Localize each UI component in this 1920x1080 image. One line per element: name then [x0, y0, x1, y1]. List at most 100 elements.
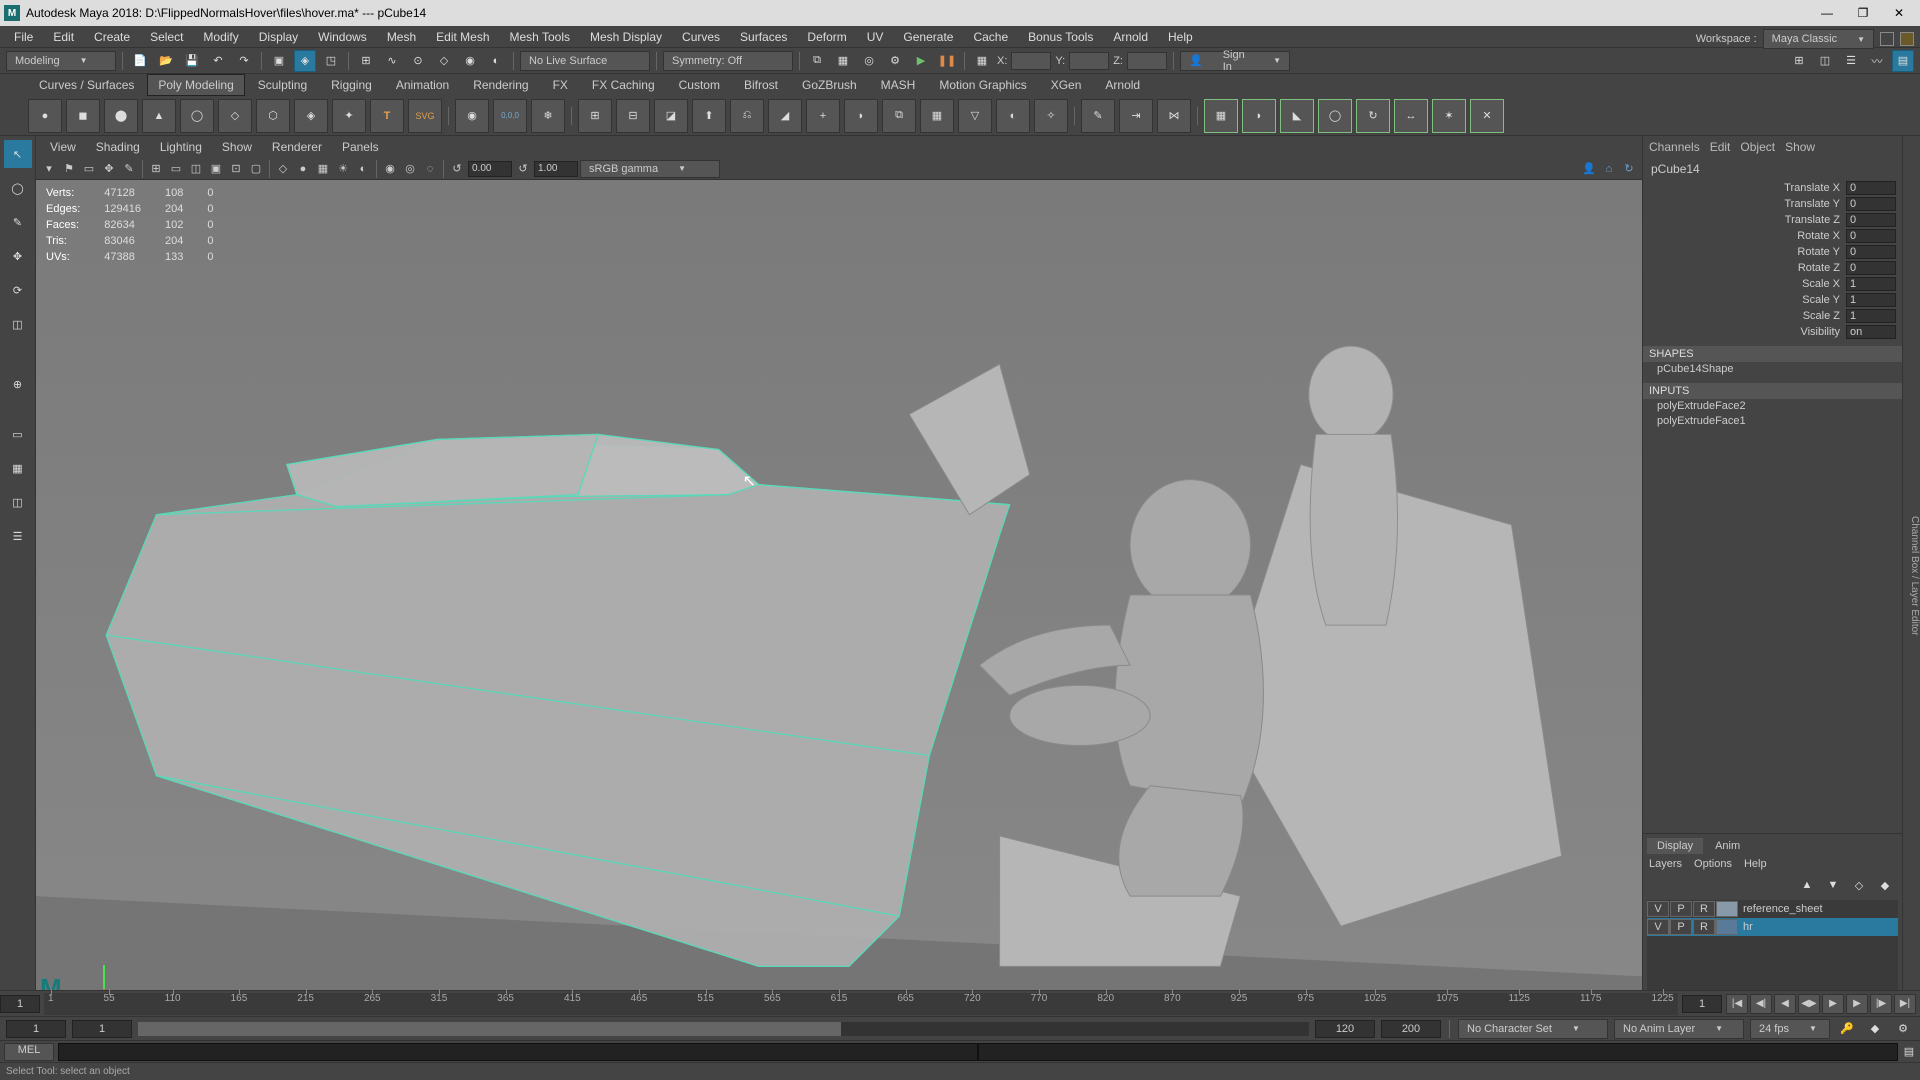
range-bar[interactable] — [138, 1022, 1309, 1036]
shelf-tab[interactable]: FX Caching — [581, 74, 666, 96]
menu-deform[interactable]: Deform — [799, 28, 854, 46]
field-chart-icon[interactable]: ⊡ — [227, 160, 245, 178]
snap-plane-icon[interactable]: ◇ — [433, 50, 455, 72]
menu-uv[interactable]: UV — [859, 28, 892, 46]
time-track[interactable]: 155 110165 215265 315365 415465 515565 6… — [44, 993, 1678, 1015]
shelf-tab[interactable]: Sculpting — [247, 74, 318, 96]
ipr-icon[interactable]: ◎ — [858, 50, 880, 72]
play-end-field[interactable] — [1315, 1020, 1375, 1038]
selected-object-name[interactable]: pCube14 — [1643, 158, 1902, 180]
layer-row[interactable]: V P R reference_sheet — [1647, 900, 1898, 918]
attr-translate-y[interactable] — [1846, 197, 1896, 211]
panel-menu-panels[interactable]: Panels — [334, 138, 387, 156]
exposure-field[interactable] — [468, 161, 512, 177]
attr-visibility[interactable] — [1846, 325, 1896, 339]
sidebar-toggle-icon[interactable] — [1880, 32, 1894, 46]
auto-key-icon[interactable]: 🔑 — [1836, 1018, 1858, 1040]
isolate-icon[interactable]: ◉ — [381, 160, 399, 178]
camera-select-icon[interactable]: ▾ — [40, 160, 58, 178]
layer-move-down-icon[interactable]: ▼ — [1822, 874, 1844, 896]
xray-icon[interactable]: ◎ — [401, 160, 419, 178]
scale-tool-icon[interactable]: ◫ — [4, 310, 32, 338]
shape-node[interactable]: pCube14Shape — [1643, 362, 1902, 377]
fps-dropdown[interactable]: 24 fps▼ — [1750, 1019, 1830, 1039]
layout-two-icon[interactable]: ◫ — [4, 488, 32, 516]
poly-torus-icon[interactable]: ◯ — [180, 99, 214, 133]
poly-type-icon[interactable]: T — [370, 99, 404, 133]
symmetry-dropdown[interactable]: Symmetry: Off — [663, 51, 793, 71]
select-component-icon[interactable]: ◳ — [320, 50, 342, 72]
layer-tab-display[interactable]: Display — [1647, 838, 1703, 854]
cb-tab-show[interactable]: Show — [1785, 140, 1815, 154]
save-scene-icon[interactable]: 💾 — [181, 50, 203, 72]
pause-render-icon[interactable]: ❚❚ — [936, 50, 958, 72]
menu-curves[interactable]: Curves — [674, 28, 728, 46]
layer-menu-layers[interactable]: Layers — [1649, 858, 1682, 870]
slide-edge-icon[interactable]: ↔ — [1394, 99, 1428, 133]
step-forward-icon[interactable]: ▶ — [1846, 994, 1868, 1014]
poly-cone-icon[interactable]: ▲ — [142, 99, 176, 133]
connect-icon[interactable]: ⋈ — [1157, 99, 1191, 133]
wireframe-icon[interactable]: ◇ — [274, 160, 292, 178]
textured-icon[interactable]: ▦ — [314, 160, 332, 178]
poly-sphere-icon[interactable]: ● — [28, 99, 62, 133]
select-mode-icon[interactable]: ▣ — [268, 50, 290, 72]
open-scene-icon[interactable]: 📂 — [155, 50, 177, 72]
shelf-tab[interactable]: Bifrost — [733, 74, 789, 96]
range-start-field[interactable] — [6, 1020, 66, 1038]
collapse-icon[interactable]: ✶ — [1432, 99, 1466, 133]
attr-translate-z[interactable] — [1846, 213, 1896, 227]
step-forward-key-icon[interactable]: |▶ — [1870, 994, 1892, 1014]
shelf-tab[interactable]: Motion Graphics — [928, 74, 1037, 96]
tab-channelbox[interactable]: Channel Box / Layer Editor — [1909, 516, 1920, 636]
menu-cache[interactable]: Cache — [965, 28, 1016, 46]
shelf-tab[interactable]: MASH — [870, 74, 927, 96]
layer-new-selected-icon[interactable]: ◆ — [1874, 874, 1896, 896]
menu-windows[interactable]: Windows — [310, 28, 375, 46]
new-scene-icon[interactable]: 📄 — [129, 50, 151, 72]
soft-select-icon[interactable]: ◉ — [455, 99, 489, 133]
layer-menu-options[interactable]: Options — [1694, 858, 1732, 870]
play-start-field[interactable] — [72, 1020, 132, 1038]
shelf-tab[interactable]: Poly Modeling — [147, 74, 244, 96]
shelf-tab[interactable]: Rigging — [320, 74, 383, 96]
input-node[interactable]: polyExtrudeFace2 — [1643, 399, 1902, 414]
play-forward-icon[interactable]: ▶ — [1822, 994, 1844, 1014]
freeze-icon[interactable]: ❄ — [531, 99, 565, 133]
colorspace-dropdown[interactable]: sRGB gamma▼ — [580, 160, 720, 178]
bridge-icon[interactable]: ⎌ — [730, 99, 764, 133]
go-start-icon[interactable]: |◀ — [1726, 994, 1748, 1014]
maximize-button[interactable]: ❐ — [1846, 3, 1880, 23]
separate-icon[interactable]: ⊟ — [616, 99, 650, 133]
panel-layout-icon[interactable]: ▦ — [971, 50, 993, 72]
input-node[interactable]: polyExtrudeFace1 — [1643, 414, 1902, 429]
panel-menu-view[interactable]: View — [42, 138, 84, 156]
extrude-icon[interactable]: ⬆ — [692, 99, 726, 133]
lock-icon[interactable] — [1900, 32, 1914, 46]
command-input[interactable] — [58, 1043, 978, 1061]
snap-grid-icon[interactable]: ⊞ — [355, 50, 377, 72]
gate-mask-icon[interactable]: ▣ — [207, 160, 225, 178]
image-plane-icon[interactable]: ▭ — [80, 160, 98, 178]
script-editor-icon[interactable]: ▤ — [1898, 1041, 1920, 1063]
edge-flow-icon[interactable]: ◗ — [1242, 99, 1276, 133]
layer-row[interactable]: V P R hr — [1647, 918, 1898, 936]
attr-rotate-z[interactable] — [1846, 261, 1896, 275]
snap-point-icon[interactable]: ⊙ — [407, 50, 429, 72]
select-object-icon[interactable]: ◈ — [294, 50, 316, 72]
outliner-toggle-icon[interactable]: ☰ — [4, 522, 32, 550]
menu-create[interactable]: Create — [86, 28, 138, 46]
lights-icon[interactable]: ☀ — [334, 160, 352, 178]
current-frame-field[interactable] — [1682, 995, 1722, 1013]
menu-bonustools[interactable]: Bonus Tools — [1020, 28, 1101, 46]
layer-tab-anim[interactable]: Anim — [1705, 838, 1750, 854]
attr-scale-z[interactable] — [1846, 309, 1896, 323]
gamma-reset-icon[interactable]: ↺ — [514, 160, 532, 178]
script-language-button[interactable]: MEL — [4, 1043, 54, 1061]
attr-translate-x[interactable] — [1846, 181, 1896, 195]
anim-layer-dropdown[interactable]: No Anim Layer▼ — [1614, 1019, 1744, 1039]
menu-mesh[interactable]: Mesh — [379, 28, 424, 46]
snap-live-icon[interactable]: ◉ — [459, 50, 481, 72]
z-field[interactable] — [1127, 52, 1167, 70]
xray-joints-icon[interactable]: ◌ — [421, 160, 439, 178]
